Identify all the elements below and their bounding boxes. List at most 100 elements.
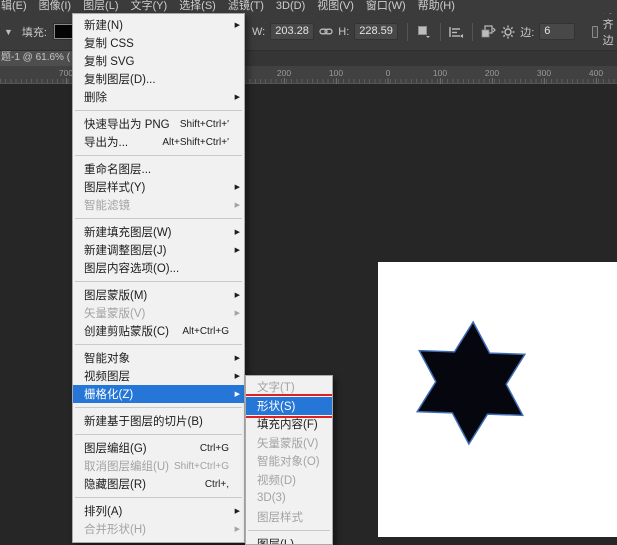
menu-item-label: 文字(T) (257, 379, 295, 395)
submenu-arrow-icon: ▶ (232, 354, 240, 362)
menubar-item[interactable]: 选择(S) (173, 0, 222, 13)
menu-item-label: 导出为... (84, 134, 128, 150)
menu-separator (246, 526, 332, 535)
menu-item-label: 填充内容(F) (257, 416, 318, 432)
menubar-item[interactable]: 视图(V) (311, 0, 360, 13)
submenu-arrow-icon: ▶ (232, 93, 240, 101)
menu-item[interactable]: 隐藏图层(R)Ctrl+, (73, 475, 244, 493)
ruler-tick-label: 100 (329, 68, 343, 78)
menu-item-label: 智能滤镜 (84, 197, 130, 213)
menu-item-label: 图层内容选项(O)... (84, 260, 179, 276)
menu-item: 矢量蒙版(V) (246, 434, 332, 453)
menubar-item[interactable]: 图层(L) (77, 0, 124, 13)
ruler-tick-label: 100 (433, 68, 447, 78)
sides-input[interactable]: 6 (539, 23, 575, 40)
menu-separator (73, 277, 244, 286)
menu-item[interactable]: 复制 SVG (73, 52, 244, 70)
ruler-tick-label: 200 (277, 68, 291, 78)
menu-separator (73, 403, 244, 412)
menubar-item[interactable]: 帮助(H) (412, 0, 461, 13)
ruler-tick-label: 0 (386, 68, 391, 78)
chevron-down-icon[interactable]: ▼ (4, 27, 13, 37)
menu-item[interactable]: 删除 ▶ (73, 88, 244, 106)
menu-item[interactable]: 新建填充图层(W)▶ (73, 223, 244, 241)
menu-item[interactable]: 排列(A)▶ (73, 502, 244, 520)
menu-item-label: 智能对象(O) (257, 453, 320, 469)
menu-item[interactable]: 视频图层▶ (73, 367, 244, 385)
ruler-tick-label: 400 (589, 68, 603, 78)
menu-item-label: 取消图层编组(U) (84, 458, 169, 474)
menu-item-label: 合并形状(H) (84, 521, 146, 537)
menu-item-label: 新建(N) (84, 17, 123, 33)
menu-item[interactable]: 填充内容(F) (246, 415, 332, 434)
menu-item[interactable]: 新建(N)▶ (73, 16, 244, 34)
menu-item[interactable]: 图层编组(G)Ctrl+G (73, 439, 244, 457)
star-shape[interactable] (373, 259, 617, 542)
menu-item[interactable]: 导出为... Alt+Shift+Ctrl+' (73, 133, 244, 151)
menu-item[interactable]: 重命名图层... (73, 160, 244, 178)
menu-item[interactable]: 形状(S) (246, 397, 332, 416)
menu-item[interactable]: 新建基于图层的切片(B) (73, 412, 244, 430)
artboard[interactable] (378, 262, 617, 537)
submenu-arrow-icon: ▶ (232, 228, 240, 236)
menu-item-label: 图层编组(G) (84, 440, 147, 456)
menu-item-label: 快速导出为 PNG (84, 116, 170, 132)
menu-separator (73, 151, 244, 160)
menu-item-label: 复制 CSS (84, 35, 134, 51)
menu-item[interactable]: 图层样式(Y) ▶ (73, 178, 244, 196)
submenu-arrow-icon: ▶ (232, 507, 240, 515)
menu-item-label: 智能对象 (84, 350, 130, 366)
menu-item[interactable]: 栅格化(Z)▶ (73, 385, 244, 403)
menubar-item[interactable]: 3D(D) (270, 0, 311, 13)
menubar-item[interactable]: 图像(I) (33, 0, 77, 13)
path-alignment-icon[interactable] (449, 23, 463, 41)
menu-item[interactable]: 复制 CSS (73, 34, 244, 52)
submenu-arrow-icon: ▶ (232, 201, 240, 209)
width-input[interactable]: 203.28 (270, 23, 314, 40)
menu-separator (73, 214, 244, 223)
menu-item[interactable]: 新建调整图层(J)▶ (73, 241, 244, 259)
menu-item-shortcut: Alt+Shift+Ctrl+' (162, 137, 229, 148)
menu-item: 文字(T) (246, 378, 332, 397)
align-edges-checkbox[interactable] (592, 26, 597, 38)
height-input[interactable]: 228.59 (354, 23, 398, 40)
menu-item-label: 复制 SVG (84, 53, 134, 69)
link-dimensions-icon[interactable] (319, 23, 333, 41)
menu-separator (73, 340, 244, 349)
gear-icon[interactable] (501, 23, 515, 41)
menu-item[interactable]: 智能对象 ▶ (73, 349, 244, 367)
menu-item-label: 形状(S) (257, 398, 295, 414)
fill-label: 填充: (22, 24, 47, 40)
menubar-item[interactable]: 辑(E) (0, 0, 33, 13)
path-operations-icon[interactable] (417, 23, 431, 41)
menu-item-label: 隐藏图层(R) (84, 476, 146, 492)
menu-item-shortcut: Alt+Ctrl+G (182, 326, 229, 337)
menu-item[interactable]: 图层内容选项(O)... (73, 259, 244, 277)
menu-item: 合并形状(H) ▶ (73, 520, 244, 538)
path-arrangement-icon[interactable] (481, 23, 496, 41)
menu-item[interactable]: 图层蒙版(M)▶ (73, 286, 244, 304)
submenu-arrow-icon: ▶ (232, 183, 240, 191)
menubar-item[interactable]: 文字(Y) (125, 0, 174, 13)
menu-item-label: 视频(D) (257, 472, 296, 488)
submenu-arrow-icon: ▶ (232, 390, 240, 398)
align-edges-label: 对齐边缘 (603, 13, 617, 50)
menu-separator (73, 493, 244, 502)
menu-item-label: 图层样式(Y) (84, 179, 145, 195)
menu-item: 视频(D) (246, 471, 332, 490)
menu-separator (73, 538, 244, 543)
menu-item[interactable]: 复制图层(D)... (73, 70, 244, 88)
rasterize-submenu: 文字(T) 形状(S) 填充内容(F) 矢量蒙版(V)智能对象(O) 视频(D) 3D(3… (245, 375, 333, 545)
menu-item-shortcut: Shift+Ctrl+G (174, 461, 229, 472)
fill-color-swatch[interactable] (54, 24, 73, 39)
submenu-arrow-icon: ▶ (232, 525, 240, 533)
menu-item[interactable]: 创建剪贴蒙版(C)Alt+Ctrl+G (73, 322, 244, 340)
menu-item: 取消图层编组(U) Shift+Ctrl+G (73, 457, 244, 475)
menubar-item[interactable]: 窗口(W) (360, 0, 412, 13)
menu-item-label: 删除 (84, 89, 107, 105)
menu-item[interactable]: 快速导出为 PNG Shift+Ctrl+' (73, 115, 244, 133)
menu-item-label: 3D(3) (257, 492, 286, 504)
menubar-item[interactable]: 滤镜(T) (222, 0, 270, 13)
submenu-arrow-icon: ▶ (232, 372, 240, 380)
menu-item-shortcut: Shift+Ctrl+' (180, 119, 229, 130)
